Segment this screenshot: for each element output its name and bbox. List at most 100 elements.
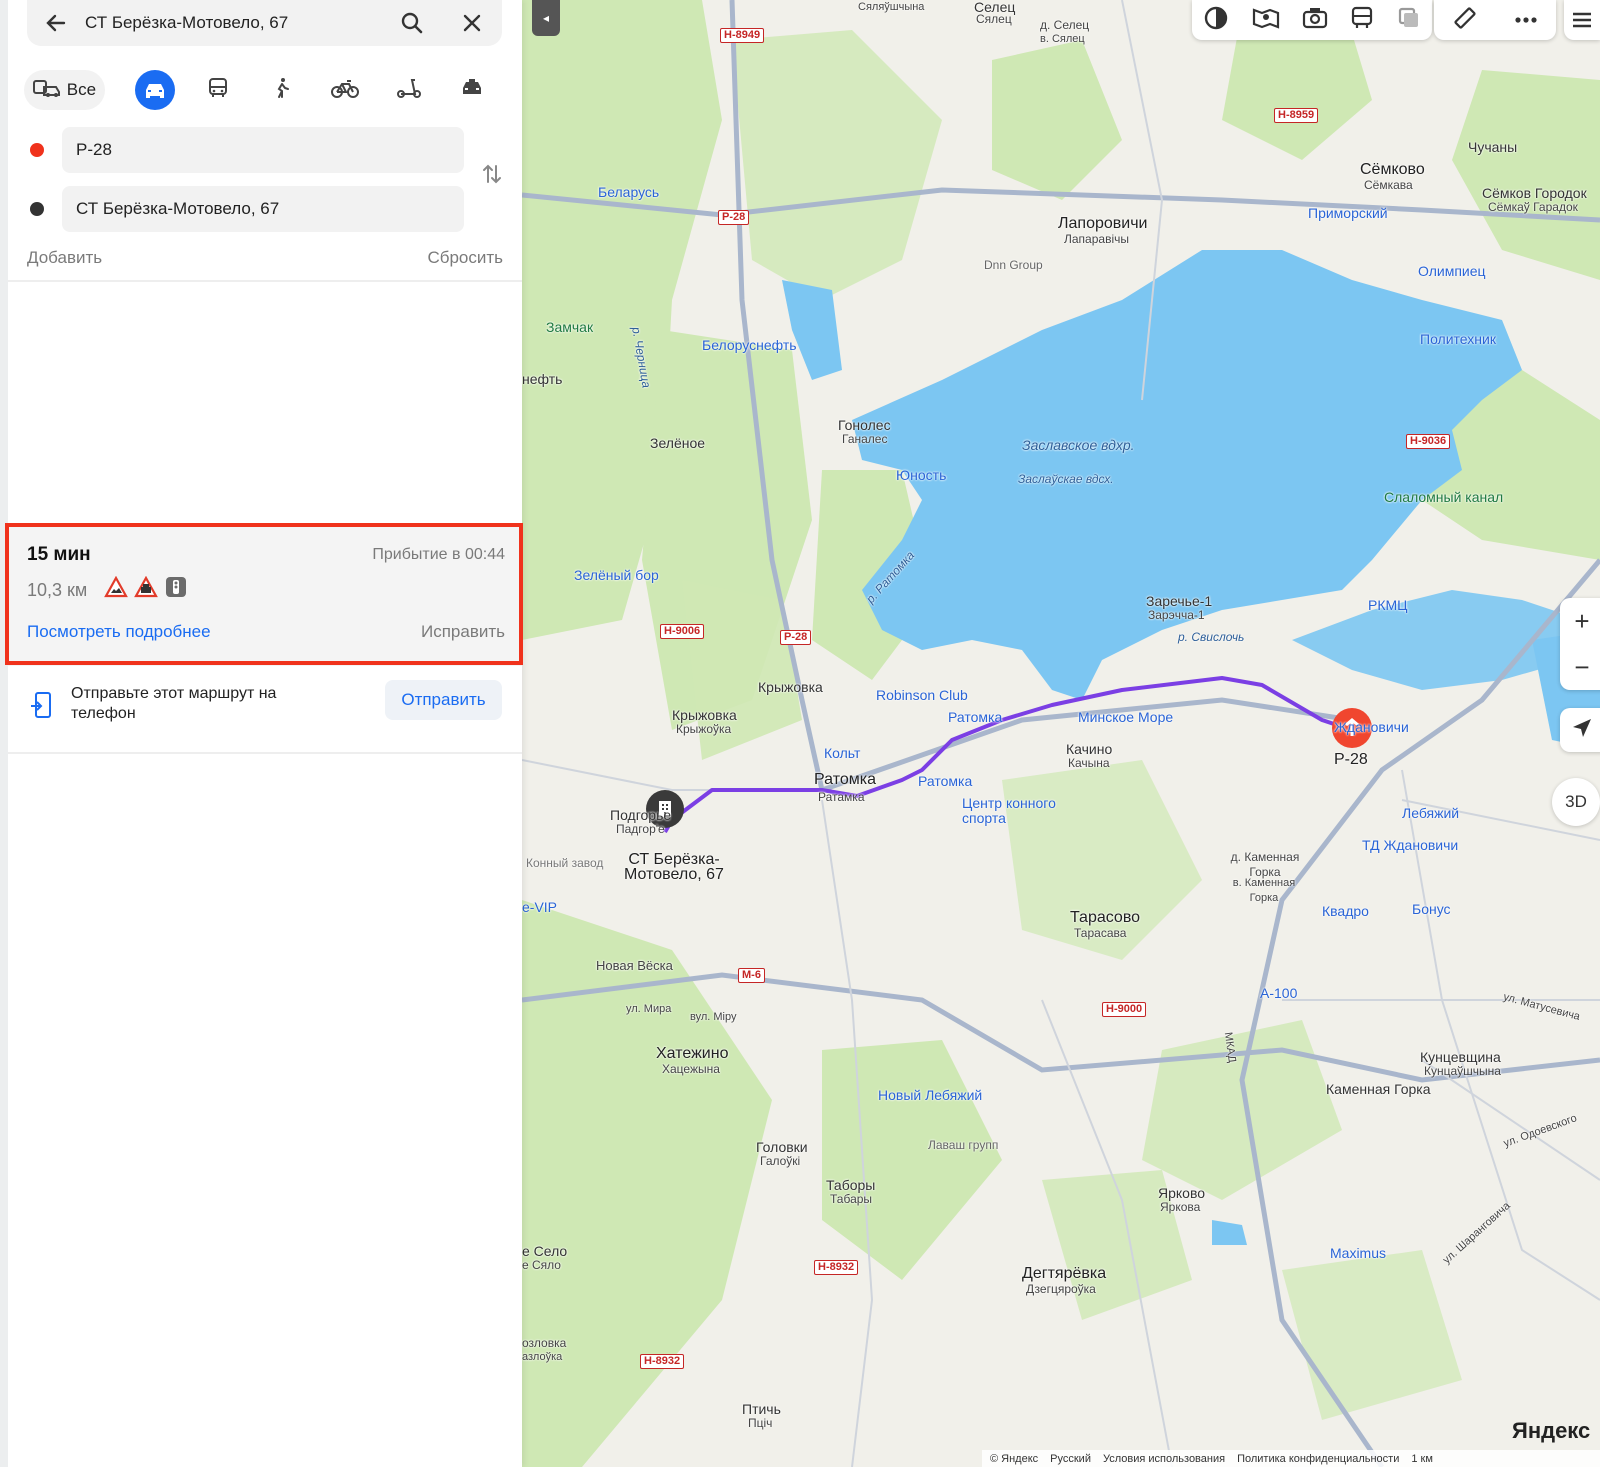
route-details-link[interactable]: Посмотреть подробнее [27, 622, 211, 642]
map-label[interactable]: Юность [896, 468, 946, 483]
camera-icon[interactable] [1302, 7, 1328, 34]
map-label[interactable]: Приморский [1308, 206, 1388, 221]
my-location-button[interactable] [1560, 708, 1600, 752]
back-arrow-icon[interactable] [27, 0, 85, 46]
search-icon[interactable] [382, 0, 442, 46]
map-label: в. Сялец [1040, 33, 1085, 45]
more-icon[interactable] [1514, 11, 1538, 29]
map[interactable]: Беларусь Замчак Белоруснефть нефть Зелён… [522, 0, 1600, 1467]
map-label[interactable]: Зелёный бор [574, 568, 659, 583]
map-label: в. Каменная Горка [1232, 877, 1296, 904]
mode-taxi-button[interactable] [441, 68, 505, 112]
map-label[interactable]: Конный завод [526, 856, 603, 871]
road-shield: Н-8932 [640, 1354, 685, 1369]
walking-icon [271, 77, 293, 104]
search-input[interactable]: СТ Берёзка-Мотовело, 67 [85, 13, 382, 33]
map-label[interactable]: Кольт [824, 746, 860, 761]
map-label[interactable]: Центр конного спорта [962, 796, 1082, 826]
map-label: Крыжоўка [676, 722, 732, 736]
map-label: Заречье-1 [1146, 593, 1213, 609]
map-label[interactable]: Бонус [1412, 902, 1451, 917]
reset-link[interactable]: Сбросить [427, 248, 503, 268]
panorama-icon[interactable] [1252, 6, 1280, 35]
route-duration: 15 мин [27, 544, 91, 565]
map-label: Качына [1068, 756, 1110, 770]
swap-icon[interactable] [480, 162, 504, 186]
map-label[interactable]: Ратомка [948, 710, 1002, 725]
ruler-icon[interactable] [1453, 6, 1477, 35]
zoom-in-button[interactable]: + [1560, 598, 1600, 644]
map-label[interactable]: Олимпиец [1418, 264, 1486, 279]
map-label[interactable]: Ждановичи [1334, 720, 1409, 735]
map-label: нефть [522, 371, 563, 387]
map-label[interactable]: Политехник [1420, 332, 1496, 347]
map-label[interactable]: РКМЦ [1368, 598, 1408, 613]
map-label: озловка [522, 1336, 567, 1350]
mode-car-button[interactable] [123, 68, 187, 112]
map-label[interactable]: Dnn Group [984, 258, 1043, 273]
collapse-panel-button[interactable]: ◂ [532, 0, 560, 36]
map-label[interactable]: Квадро [1322, 904, 1369, 919]
copyright[interactable]: © Яндекс [990, 1453, 1038, 1465]
mode-scooter-button[interactable] [377, 68, 441, 112]
privacy-link[interactable]: Политика конфиденциальности [1237, 1453, 1399, 1465]
map-label[interactable]: А-100 [1260, 986, 1297, 1001]
map-label[interactable]: Ратомка [918, 774, 972, 789]
layers-icon[interactable] [1397, 6, 1421, 35]
send-phone-icon [30, 692, 54, 725]
send-text: Отправьте этот маршрут на телефон [71, 685, 277, 722]
map-label: Падгор'е [616, 822, 665, 836]
map-label: Ярково [1158, 1185, 1206, 1201]
car-bus-icon [32, 78, 61, 103]
traffic-layer-icon[interactable] [1203, 5, 1229, 36]
mode-bus-button[interactable] [186, 68, 250, 112]
road-shield: М-6 [738, 968, 765, 983]
route-option-card[interactable]: 15 мин Прибытие в 00:44 10,3 км Посмотре… [5, 523, 523, 666]
road-works-warning-icon [104, 575, 128, 603]
destination-label: СТ Берёзка-Мотовело, 67 [624, 851, 724, 883]
map-label[interactable]: Robinson Club [876, 688, 968, 703]
map-label: Кунцаўшчына [1424, 1064, 1501, 1078]
map-label[interactable]: Лебяжий [1402, 806, 1459, 821]
close-icon[interactable] [442, 0, 502, 46]
map-label[interactable]: Зелёное [650, 436, 705, 451]
route-arrival: Прибытие в 00:44 [372, 546, 505, 563]
map-label[interactable]: Белоруснефть [702, 338, 797, 353]
map-label: Крыжовка [672, 707, 737, 723]
send-button[interactable]: Отправить [385, 680, 502, 720]
map-label: Гонолес [838, 417, 891, 433]
add-point-link[interactable]: Добавить [27, 248, 102, 268]
zoom-control: + − [1560, 598, 1600, 690]
bus-icon [207, 77, 229, 104]
mode-walk-button[interactable] [250, 68, 314, 112]
menu-icon[interactable] [1564, 0, 1600, 40]
map-label: Хатежино [656, 1045, 729, 1062]
map-label: Головки [756, 1139, 808, 1155]
map-label[interactable]: Лаваш групп [928, 1138, 998, 1153]
zoom-out-button[interactable]: − [1560, 644, 1600, 690]
map-label[interactable]: Беларусь [598, 185, 659, 200]
map-label: д. Селец [1040, 18, 1090, 32]
map-label[interactable]: Новый Лебяжий [878, 1088, 982, 1103]
terms-link[interactable]: Условия использования [1103, 1453, 1225, 1465]
3d-toggle-button[interactable]: 3D [1552, 778, 1600, 826]
map-label: Сёмков Городок [1482, 185, 1587, 201]
mode-all-button[interactable]: Все [24, 70, 105, 110]
route-fix-link[interactable]: Исправить [421, 622, 505, 642]
map-label[interactable]: Минское Море [1078, 710, 1173, 725]
map-label[interactable]: Крыжовка [758, 680, 823, 695]
to-field[interactable]: СТ Берёзка-Мотовело, 67 [62, 186, 464, 232]
road-shield: Н-8949 [720, 28, 765, 43]
transit-layer-icon[interactable] [1350, 6, 1374, 35]
map-label[interactable]: Замчак [546, 320, 593, 335]
search-bar[interactable]: СТ Берёзка-Мотовело, 67 [27, 0, 502, 46]
map-label[interactable]: Слаломный канал [1384, 490, 1503, 505]
language-link[interactable]: Русский [1050, 1453, 1091, 1465]
from-field[interactable]: Р-28 [62, 127, 464, 173]
map-label[interactable]: Maximus [1330, 1246, 1386, 1261]
route-panel: СТ Берёзка-Мотовело, 67 Все Р-28 СТ Берё… [0, 0, 523, 1467]
location-arrow-icon [1571, 717, 1593, 744]
mode-bike-button[interactable] [313, 68, 377, 112]
map-label[interactable]: ТД Ждановичи [1362, 838, 1458, 853]
map-label: Таборы [826, 1177, 876, 1193]
